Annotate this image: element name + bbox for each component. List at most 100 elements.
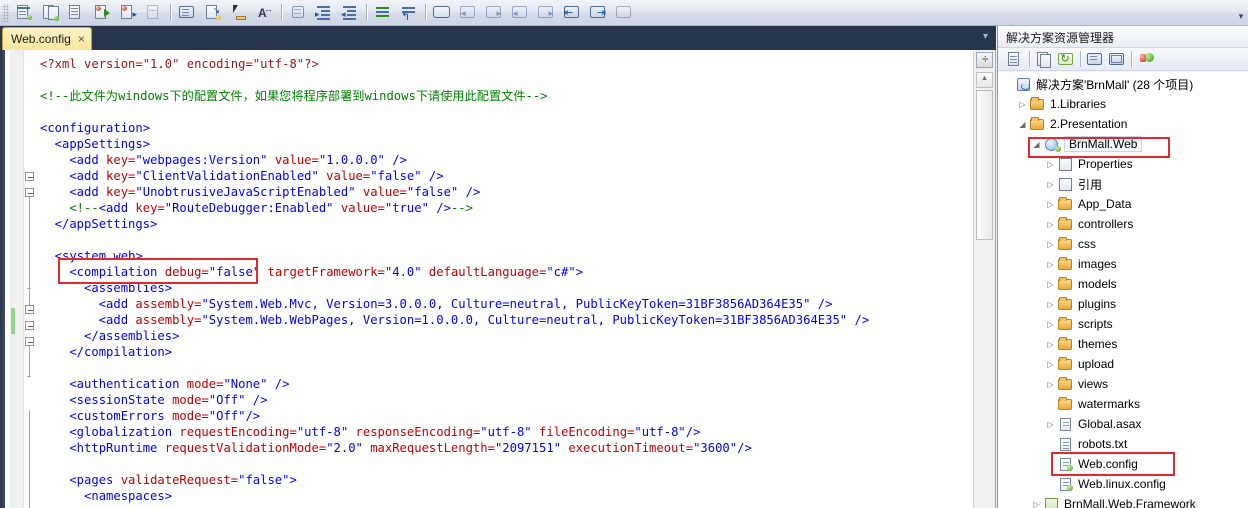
code-editor[interactable]: <?xml version="1.0" encoding="utf-8"?> <…	[0, 50, 996, 508]
tree-node-themes[interactable]: themes	[998, 334, 1248, 354]
toolbar-drag-handle[interactable]	[2, 3, 9, 22]
tree-node-controllers[interactable]: controllers	[998, 214, 1248, 234]
tree-node-label: controllers	[1078, 217, 1134, 231]
tree-node-global-asax[interactable]: Global.asax	[998, 414, 1248, 434]
code-line: <appSettings>	[40, 136, 973, 152]
refresh-icon[interactable]: ↻	[1055, 49, 1076, 69]
outlining-collapse-configuration[interactable]	[25, 172, 34, 181]
folder-icon	[1057, 336, 1074, 352]
step-over-icon[interactable]: ⇥	[586, 2, 610, 24]
chevron-down-icon[interactable]: ▾	[983, 31, 988, 42]
expander-closed-icon[interactable]	[1044, 420, 1057, 429]
tab-web-config[interactable]: Web.config ×	[2, 27, 92, 50]
new-window-icon[interactable]	[430, 2, 454, 24]
decrease-indent-icon[interactable]: ◂	[338, 2, 362, 24]
code-token: "utf-8"	[296, 425, 349, 439]
editor-split-handle[interactable]	[976, 52, 993, 68]
step-into-icon[interactable]: ⇤	[560, 2, 584, 24]
view-designer-icon[interactable]	[1106, 49, 1127, 69]
xml-properties-icon[interactable]	[64, 2, 88, 24]
comment-selection-icon[interactable]	[286, 2, 310, 24]
expander-closed-icon[interactable]	[1044, 340, 1057, 349]
start-xslt-without-debugging-icon[interactable]: ▸	[116, 2, 140, 24]
deploy-icon[interactable]	[1135, 49, 1156, 69]
insert-snippet-icon[interactable]: ↘	[201, 2, 225, 24]
next-bookmark-folder-icon[interactable]: ▸	[534, 2, 558, 24]
expander-closed-icon[interactable]	[1030, 500, 1043, 508]
start-xslt-debugging-icon[interactable]	[90, 2, 114, 24]
close-icon[interactable]: ×	[78, 33, 85, 45]
previous-bookmark-icon[interactable]: ◂	[456, 2, 480, 24]
tree-node-robots-txt[interactable]: robots.txt	[998, 434, 1248, 454]
expander-closed-icon[interactable]	[1044, 380, 1057, 389]
view-code-icon[interactable]	[1084, 49, 1105, 69]
next-bookmark-icon[interactable]: ▸	[482, 2, 506, 24]
tree-node-upload[interactable]: upload	[998, 354, 1248, 374]
increase-indent-icon[interactable]: ▸	[312, 2, 336, 24]
expander-open-icon[interactable]	[1030, 140, 1043, 149]
tree-node-web-linux-config[interactable]: Web.linux.config	[998, 474, 1248, 494]
code-text[interactable]: <?xml version="1.0" encoding="utf-8"?> <…	[40, 50, 973, 508]
tree-node-solution[interactable]: 解决方案'BrnMall' (28 个项目)	[998, 74, 1248, 94]
editor-vertical-scrollbar[interactable]	[973, 50, 995, 508]
outlining-collapse-compilation[interactable]	[25, 321, 34, 330]
code-token: "ClientValidationEnabled"	[135, 169, 319, 183]
outlining-collapse-assemblies[interactable]	[25, 337, 34, 346]
code-line: <system.web>	[40, 248, 973, 264]
expander-closed-icon[interactable]	[1044, 260, 1057, 269]
tree-node-presentation[interactable]: 2.Presentation	[998, 114, 1248, 134]
surround-with-icon[interactable]	[227, 2, 251, 24]
expander-closed-icon[interactable]	[1044, 220, 1057, 229]
outlining-collapse-systemweb[interactable]	[25, 305, 34, 314]
expander-closed-icon[interactable]	[1044, 180, 1057, 189]
solution-tree[interactable]: 解决方案'BrnMall' (28 个项目) 1.Libraries 2.Prese…	[998, 72, 1248, 508]
expander-closed-icon[interactable]	[1044, 320, 1057, 329]
tree-node-watermarks[interactable]: watermarks	[998, 394, 1248, 414]
format-font-icon[interactable]: A ↔	[253, 2, 277, 24]
outlining-line	[29, 346, 30, 376]
tree-node-brnmall-web[interactable]: BrnMall.Web	[998, 134, 1248, 154]
create-schema-icon[interactable]	[38, 2, 62, 24]
tree-node-images[interactable]: images	[998, 254, 1248, 274]
tree-node-references[interactable]: 引用	[998, 174, 1248, 194]
tree-node-app-data[interactable]: App_Data	[998, 194, 1248, 214]
scrollbar-thumb[interactable]	[976, 90, 993, 240]
show-all-files-icon[interactable]	[1033, 49, 1054, 69]
expander-closed-icon[interactable]	[1044, 300, 1057, 309]
code-token: <system.web>	[40, 249, 143, 263]
new-xml-document-icon[interactable]	[12, 2, 36, 24]
tree-node-css[interactable]: css	[998, 234, 1248, 254]
expander-closed-icon[interactable]	[1044, 280, 1057, 289]
project-icon	[1043, 497, 1060, 508]
tree-node-brnmall-web-framework[interactable]: BrnMall.Web.Framework	[998, 494, 1248, 508]
clear-bookmarks-icon[interactable]: ↰	[397, 2, 421, 24]
expander-closed-icon[interactable]	[1044, 240, 1057, 249]
code-token: "3600"	[693, 441, 738, 455]
previous-bookmark-folder-icon[interactable]: ◂	[508, 2, 532, 24]
tree-node-models[interactable]: models	[998, 274, 1248, 294]
expander-closed-icon[interactable]	[1044, 360, 1057, 369]
editor-glyph-margin[interactable]	[10, 50, 24, 508]
code-line: <httpRuntime requestValidationMode="2.0"…	[40, 440, 973, 456]
properties-window-icon[interactable]	[1004, 49, 1025, 69]
code-token: </appSettings>	[40, 217, 158, 231]
tree-node-label: 引用	[1078, 177, 1103, 192]
tree-node-libraries[interactable]: 1.Libraries	[998, 94, 1248, 114]
expander-open-icon[interactable]	[1016, 120, 1029, 129]
expander-closed-icon[interactable]	[1044, 200, 1057, 209]
show-document-outline-icon[interactable]	[175, 2, 199, 24]
expander-closed-icon[interactable]	[1016, 100, 1029, 109]
tree-node-web-config[interactable]: Web.config	[998, 454, 1248, 474]
expander-closed-icon[interactable]	[1044, 160, 1057, 169]
toggle-bookmark-icon[interactable]	[371, 2, 395, 24]
outlining-collapse-appsettings[interactable]	[25, 188, 34, 197]
editor-outlining-margin[interactable]	[25, 50, 40, 508]
xslt-output-icon[interactable]	[142, 2, 166, 24]
step-out-icon[interactable]	[612, 2, 636, 24]
tree-node-plugins[interactable]: plugins	[998, 294, 1248, 314]
tree-node-properties[interactable]: Properties	[998, 154, 1248, 174]
toolbar-overflow-button[interactable]	[1234, 2, 1248, 24]
scroll-up-icon[interactable]	[976, 72, 993, 88]
tree-node-scripts[interactable]: scripts	[998, 314, 1248, 334]
tree-node-views[interactable]: views	[998, 374, 1248, 394]
